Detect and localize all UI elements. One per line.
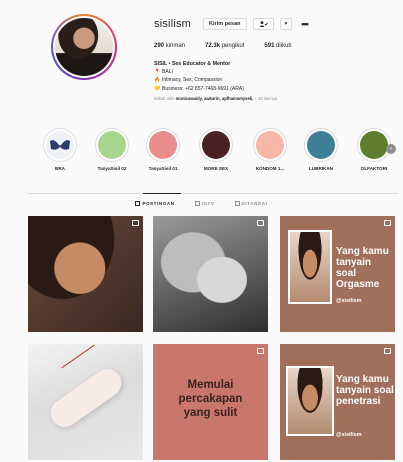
post-thumbnail[interactable] (28, 216, 143, 332)
highlight-lubrikan[interactable]: LUBRIKAN (301, 128, 341, 171)
carousel-icon (257, 348, 264, 354)
stat-followers[interactable]: 72.3k pengikut (205, 43, 244, 49)
post-photo (288, 230, 332, 304)
fire-icon: 🔥 (154, 77, 161, 84)
tab-posts[interactable]: POSTINGAN (135, 201, 174, 206)
stat-following[interactable]: 591 diikuti (264, 43, 291, 49)
bio-tagline: 🔥 Intimacy, Sex, Compassion (154, 77, 223, 84)
post-thumbnail[interactable]: Yang kamu tanyain soal Orgasme @sisilism (280, 216, 395, 332)
highlight-cover (202, 131, 230, 159)
post-photo (45, 363, 127, 433)
bra-icon (46, 131, 74, 159)
profile-username: sisilism (154, 18, 192, 30)
post-thumbnail[interactable]: Yang kamu tanyain soal penetrasi @sisili… (280, 344, 395, 460)
suggestions-dropdown-button[interactable]: ▾ (279, 18, 293, 30)
avatar-photo (55, 18, 113, 76)
carousel-icon (384, 220, 391, 226)
profile-bio: SISIL • Sex Educator & Mentor 📍 BALI 🔥 Int… (154, 60, 374, 103)
profile-stats: 290 kiriman 72.3k pengikut 591 diikuti (154, 43, 291, 49)
highlight-bra[interactable]: BRA (40, 128, 80, 171)
highlight-olfaktori[interactable]: OLFAKTORI › (354, 128, 396, 171)
person-check-icon (258, 21, 268, 27)
highlight-cover (307, 131, 335, 159)
tabs-divider (28, 193, 398, 194)
post-caption: Yang kamu tanyain soal Orgasme (336, 246, 389, 290)
bio-name: SISIL • Sex Educator & Mentor (154, 61, 231, 67)
highlight-cover (360, 131, 388, 159)
tv-icon (194, 201, 200, 206)
pin-icon: 📍 (154, 69, 161, 76)
tab-tagged[interactable]: DITANDAI (234, 201, 268, 206)
tab-igtv[interactable]: IGTV (194, 201, 215, 206)
post-handle: @sisilism (336, 298, 362, 304)
post-thumbnail[interactable]: Memulai percakapan yang sulit (153, 344, 268, 460)
bio-business[interactable]: 💛 Business: +62 857-7468-9691 (ARA) (154, 85, 374, 93)
post-photo (286, 366, 334, 436)
post-caption: Yang kamu tanyain soal penetrasi (336, 374, 394, 407)
highlight-kondom[interactable]: KONDOM 1... (250, 128, 290, 171)
tag-icon (234, 201, 240, 206)
profile-avatar[interactable] (51, 14, 117, 80)
highlight-cover (256, 131, 284, 159)
stat-posts[interactable]: 290 kiriman (154, 43, 185, 49)
post-caption: Memulai percakapan yang sulit (178, 379, 243, 419)
profile-header-row: sisilism Kirim pesan ▾ ••• (154, 18, 309, 30)
profile-tabs: POSTINGAN IGTV DITANDAI (0, 201, 403, 206)
followed-by[interactable]: Diikuti oleh monicawaidy, awkarin, apfha… (154, 95, 374, 103)
carousel-icon (132, 220, 139, 226)
post-thumbnail[interactable] (28, 344, 143, 460)
post-handle: @sisilism (336, 432, 362, 438)
highlight-tanyasisil-02[interactable]: TanyaSisil 02 (92, 128, 132, 171)
following-button[interactable] (252, 18, 274, 30)
grid-icon (135, 201, 141, 206)
chevron-right-icon[interactable]: › (386, 144, 396, 154)
carousel-icon (257, 220, 264, 226)
message-button[interactable]: Kirim pesan (203, 18, 247, 30)
highlight-more-sex[interactable]: MORE SEX (196, 128, 236, 171)
highlight-tanyasisil-01[interactable]: TanyaSisil 01 (143, 128, 183, 171)
bio-location: 📍 BALI (154, 69, 173, 76)
avatar-frame (53, 16, 115, 78)
more-options-icon[interactable]: ••• (301, 19, 309, 29)
post-photo-detail (61, 344, 95, 369)
carousel-icon (384, 348, 391, 354)
active-tab-indicator (143, 193, 181, 194)
highlight-cover (98, 131, 126, 159)
heart-icon: 💛 (154, 85, 161, 92)
highlight-cover (149, 131, 177, 159)
post-thumbnail[interactable] (153, 216, 268, 332)
